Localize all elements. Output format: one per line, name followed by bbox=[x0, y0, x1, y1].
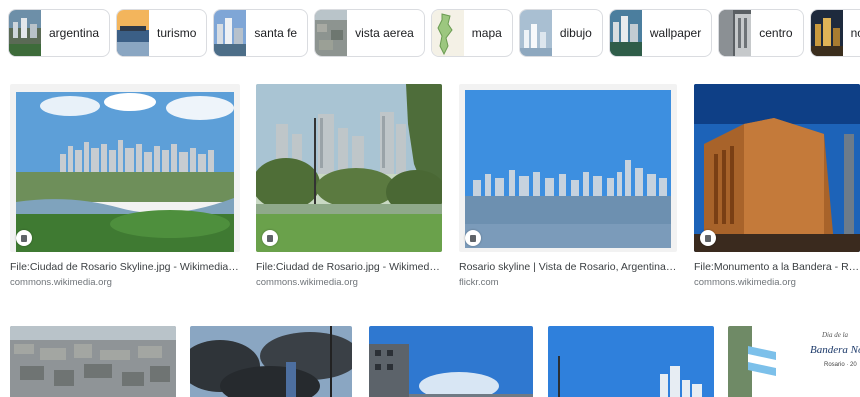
image-source-icon bbox=[465, 230, 481, 246]
chip-centro[interactable]: centro bbox=[718, 9, 804, 57]
result-image[interactable] bbox=[548, 326, 714, 397]
smoke-tower-image bbox=[190, 326, 352, 397]
chip-thumbnail bbox=[214, 10, 247, 56]
river-skyline-image bbox=[459, 84, 677, 252]
chip-thumbnail bbox=[609, 10, 642, 56]
result-title[interactable]: File:Monumento a la Bandera - Rosario.jp… bbox=[694, 261, 860, 273]
chip-label: centro bbox=[759, 26, 793, 40]
chip-vista-aerea[interactable]: vista aerea bbox=[314, 9, 425, 57]
chip-mapa[interactable]: mapa bbox=[430, 9, 513, 57]
result-source[interactable]: commons.wikimedia.org bbox=[694, 277, 860, 288]
result-source[interactable]: commons.wikimedia.org bbox=[10, 277, 240, 288]
chip-thumbnail bbox=[431, 10, 464, 56]
result-card[interactable]: File:Monumento a la Bandera - Rosario.jp… bbox=[694, 84, 860, 288]
chip-label: turismo bbox=[157, 26, 197, 40]
result-card[interactable]: Rosario skyline | Vista de Rosario, Arge… bbox=[459, 84, 677, 288]
result-source[interactable]: commons.wikimedia.org bbox=[256, 277, 442, 288]
chip-thumbnail bbox=[117, 10, 150, 56]
result-card[interactable] bbox=[548, 326, 714, 397]
aerial-city-image bbox=[10, 326, 176, 397]
image-source-icon bbox=[262, 230, 278, 246]
result-card[interactable] bbox=[190, 326, 352, 397]
chip-thumbnail bbox=[519, 10, 552, 56]
chip-label: vista aerea bbox=[355, 26, 414, 40]
banner-title-text: Bandera No bbox=[810, 344, 860, 356]
image-results-page: argentina turismo santa fe vista aerea m… bbox=[0, 0, 860, 397]
result-image[interactable] bbox=[10, 84, 240, 252]
result-title[interactable]: File:Ciudad de Rosario Skyline.jpg - Wik… bbox=[10, 261, 240, 273]
tower-sky-image bbox=[548, 326, 714, 397]
result-image[interactable] bbox=[256, 84, 442, 252]
chip-thumbnail bbox=[315, 10, 348, 56]
result-card[interactable]: Dia de la Bandera No Rosario · 20 bbox=[728, 326, 860, 397]
result-card[interactable]: File:Ciudad de Rosario.jpg - Wikimedia C… bbox=[256, 84, 442, 288]
image-source-icon bbox=[700, 230, 716, 246]
chip-label: mapa bbox=[471, 26, 502, 40]
skyline-image bbox=[10, 84, 240, 252]
building-sky-image bbox=[369, 326, 533, 397]
related-search-chips: argentina turismo santa fe vista aerea m… bbox=[8, 9, 860, 57]
result-image[interactable] bbox=[190, 326, 352, 397]
chip-label: noche bbox=[850, 26, 860, 40]
monument-image bbox=[694, 84, 860, 252]
chip-thumbnail bbox=[810, 10, 843, 56]
result-title[interactable]: File:Ciudad de Rosario.jpg - Wikimedia C… bbox=[256, 261, 442, 273]
result-image[interactable]: Dia de la Bandera No Rosario · 20 bbox=[728, 326, 860, 397]
result-card[interactable] bbox=[10, 326, 176, 397]
chip-label: dibujo bbox=[559, 26, 592, 40]
result-title[interactable]: Rosario skyline | Vista de Rosario, Arge… bbox=[459, 261, 677, 273]
result-card[interactable]: File:Ciudad de Rosario Skyline.jpg - Wik… bbox=[10, 84, 240, 288]
image-source-icon bbox=[16, 230, 32, 246]
chip-label: argentina bbox=[49, 26, 100, 40]
result-image[interactable] bbox=[369, 326, 533, 397]
chip-label: santa fe bbox=[254, 26, 298, 40]
banner-sub-text: Rosario · 20 bbox=[824, 362, 857, 368]
chip-wallpaper[interactable]: wallpaper bbox=[608, 9, 713, 57]
chip-dibujo[interactable]: dibujo bbox=[518, 9, 603, 57]
result-image[interactable] bbox=[459, 84, 677, 252]
banner-script-text: Dia de la bbox=[822, 331, 849, 339]
city-park-image bbox=[256, 84, 442, 252]
chip-label: wallpaper bbox=[649, 26, 702, 40]
chip-argentina[interactable]: argentina bbox=[8, 9, 111, 57]
result-image[interactable] bbox=[10, 326, 176, 397]
chip-thumbnail bbox=[9, 10, 41, 56]
chip-noche[interactable]: noche bbox=[809, 9, 860, 57]
chip-turismo[interactable]: turismo bbox=[116, 9, 208, 57]
result-source[interactable]: flickr.com bbox=[459, 277, 677, 288]
chip-santa-fe[interactable]: santa fe bbox=[213, 9, 309, 57]
result-card[interactable] bbox=[369, 326, 533, 397]
chip-thumbnail bbox=[719, 10, 752, 56]
result-image[interactable] bbox=[694, 84, 860, 252]
